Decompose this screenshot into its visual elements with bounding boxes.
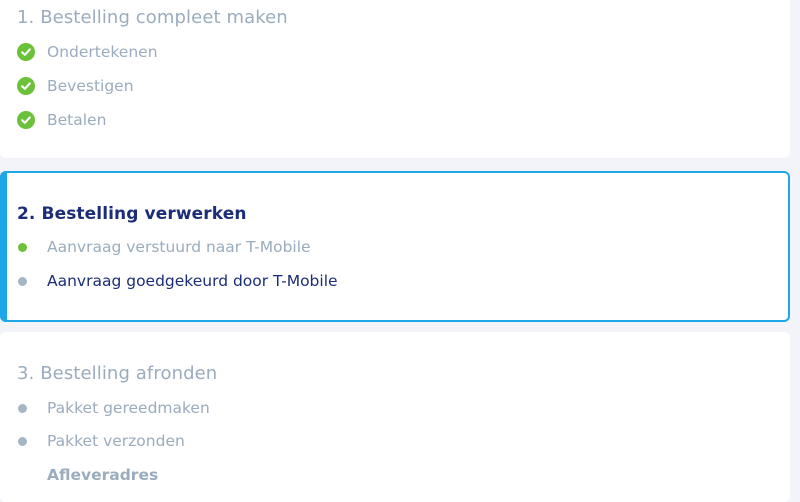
item-label: Ondertekenen (47, 43, 158, 61)
item-label: Aanvraag goedgekeurd door T-Mobile (47, 272, 338, 290)
status-dot-pending-icon (18, 276, 27, 286)
step-card-1: 1. Bestelling compleet maken Ondertekene… (0, 0, 790, 158)
step-card-2-active: 2. Bestelling verwerken Aanvraag verstuu… (0, 171, 790, 322)
step-title-1: 1. Bestelling compleet maken (17, 7, 288, 28)
step-3-item-prepare: Pakket gereedmaken (17, 397, 210, 419)
check-circle-icon (17, 43, 35, 61)
step-1-item-sign: Ondertekenen (17, 41, 158, 63)
item-label: Pakket verzonden (47, 432, 185, 450)
check-circle-icon (17, 111, 35, 129)
step-1-item-pay: Betalen (17, 109, 106, 131)
step-3-item-shipped: Pakket verzonden (17, 430, 185, 452)
step-2-item-sent: Aanvraag verstuurd naar T-Mobile (17, 236, 311, 258)
item-label: Bevestigen (47, 77, 134, 95)
step-1-item-confirm: Bevestigen (17, 75, 134, 97)
status-dot-pending-icon (18, 403, 27, 413)
step-2-item-approved: Aanvraag goedgekeurd door T-Mobile (17, 270, 338, 292)
step-title-2: 2. Bestelling verwerken (17, 204, 247, 224)
item-label: Aanvraag verstuurd naar T-Mobile (47, 238, 311, 256)
step-title-3: 3. Bestelling afronden (17, 363, 218, 384)
item-label: Betalen (47, 111, 107, 129)
status-dot-pending-icon (18, 436, 27, 446)
item-label: Pakket gereedmaken (47, 399, 210, 417)
delivery-address-heading: Afleveradres (47, 466, 159, 484)
status-dot-completed-icon (18, 242, 27, 252)
check-circle-icon (17, 77, 35, 95)
step-card-3: 3. Bestelling afronden Pakket gereedmake… (0, 332, 790, 502)
